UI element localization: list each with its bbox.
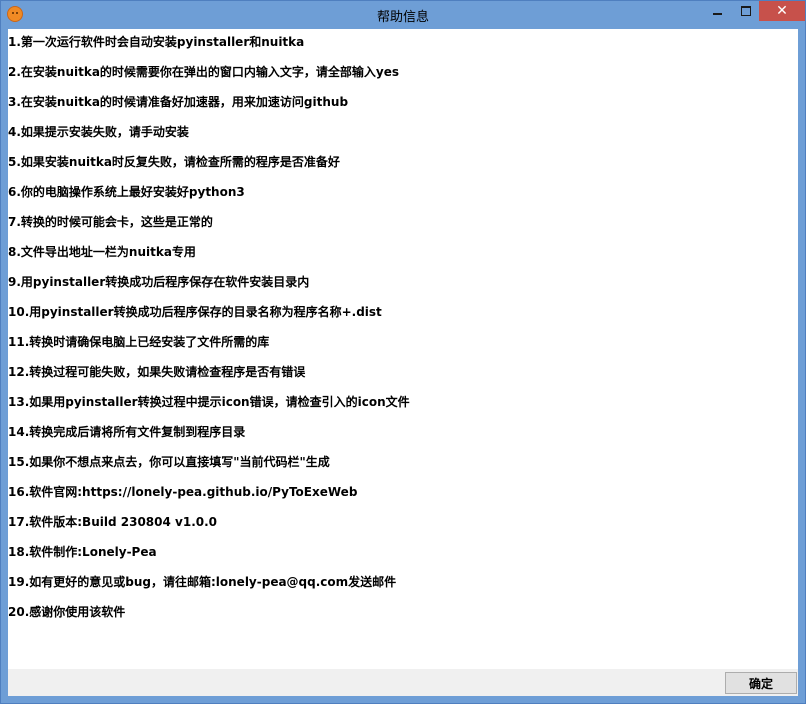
help-line: 17.软件版本:Build 230804 v1.0.0	[8, 515, 218, 529]
ok-button[interactable]: 确定	[725, 672, 797, 694]
help-line: 10.用pyinstaller转换成功后程序保存的目录名称为程序名称+.dist	[8, 305, 382, 319]
help-line: 8.文件导出地址一栏为nuitka专用	[8, 245, 196, 259]
help-line: 14.转换完成后请将所有文件复制到程序目录	[8, 425, 246, 439]
help-line: 18.软件制作:Lonely-Pea	[8, 545, 157, 559]
maximize-button[interactable]	[732, 1, 760, 21]
help-line: 9.用pyinstaller转换成功后程序保存在软件安装目录内	[8, 275, 310, 289]
help-line: 15.如果你不想点来点去，你可以直接填写"当前代码栏"生成	[8, 455, 330, 469]
help-line: 20.感谢你使用该软件	[8, 605, 126, 619]
help-line: 11.转换时请确保电脑上已经安装了文件所需的库	[8, 335, 270, 349]
help-line: 4.如果提示安装失败，请手动安装	[8, 125, 189, 139]
close-icon: ✕	[776, 3, 788, 19]
maximize-icon	[741, 6, 751, 16]
window-title: 帮助信息	[376, 10, 429, 25]
minimize-button[interactable]	[703, 1, 731, 21]
title-bar[interactable]: 帮助信息 ✕	[1, 1, 805, 28]
minimize-icon	[712, 13, 722, 15]
dialog-client-area: 1.第一次运行软件时会自动安装pyinstaller和nuitka 2.在安装n…	[8, 29, 798, 696]
help-line: 5.如果安装nuitka时反复失败，请检查所需的程序是否准备好	[8, 155, 340, 169]
help-line: 2.在安装nuitka的时候需要你在弹出的窗口内输入文字，请全部输入yes	[8, 65, 400, 79]
help-text-area: 1.第一次运行软件时会自动安装pyinstaller和nuitka 2.在安装n…	[8, 29, 798, 669]
help-line: 12.转换过程可能失败，如果失败请检查程序是否有错误	[8, 365, 306, 379]
help-dialog-window: 帮助信息 ✕ 1.第一次运行软件时会自动安装pyinstaller和nuitka…	[0, 0, 806, 704]
help-line: 1.第一次运行软件时会自动安装pyinstaller和nuitka	[8, 35, 305, 49]
help-line: 19.如有更好的意见或bug，请往邮箱:lonely-pea@qq.com发送邮…	[8, 575, 397, 589]
close-button[interactable]: ✕	[759, 1, 805, 21]
help-line: 3.在安装nuitka的时候请准备好加速器，用来加速访问github	[8, 95, 349, 109]
help-line: 7.转换的时候可能会卡，这些是正常的	[8, 215, 213, 229]
help-line: 6.你的电脑操作系统上最好安装好python3	[8, 185, 245, 199]
help-line: 13.如果用pyinstaller转换过程中提示icon错误，请检查引入的ico…	[8, 395, 410, 409]
help-line: 16.软件官网:https://lonely-pea.github.io/PyT…	[8, 485, 358, 499]
